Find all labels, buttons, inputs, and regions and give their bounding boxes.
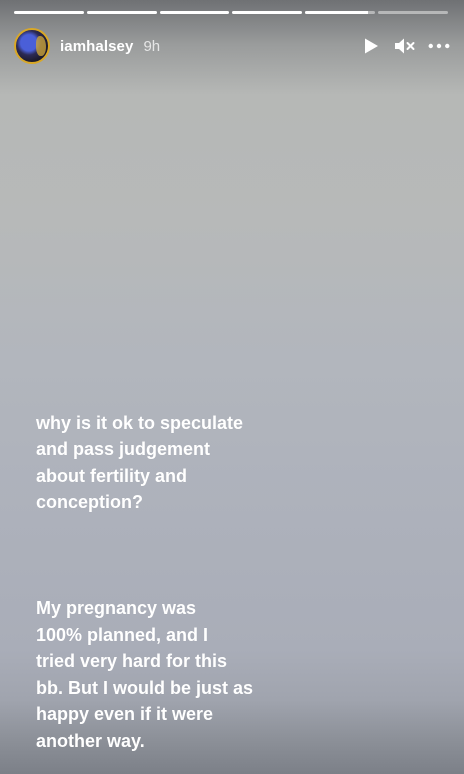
progress-segment xyxy=(232,11,303,14)
mute-icon[interactable] xyxy=(394,35,416,57)
story-text-paragraph-1: why is it ok to speculate and pass judge… xyxy=(36,412,244,513)
story-progress-bar xyxy=(14,11,448,14)
progress-segment xyxy=(86,11,157,14)
progress-segment-fill xyxy=(14,11,84,14)
username-link[interactable]: iamhalsey xyxy=(60,38,133,55)
story-text-paragraph-2: My pregnancy was 100% planned, and I tri… xyxy=(36,598,254,751)
post-time: 9h xyxy=(143,37,161,55)
story-header: iamhalsey 9h xyxy=(14,28,450,64)
more-icon[interactable] xyxy=(428,35,450,57)
progress-segment xyxy=(159,11,230,14)
avatar[interactable] xyxy=(14,28,50,64)
progress-segment xyxy=(378,11,448,14)
progress-segment-fill xyxy=(305,11,369,14)
story-controls xyxy=(360,35,450,57)
story-text: why is it ok to speculate and pass judge… xyxy=(36,383,286,774)
progress-segment-fill xyxy=(159,11,230,14)
progress-segment xyxy=(14,11,84,14)
story-viewer[interactable]: iamhalsey 9h why is it ok to speculate a… xyxy=(0,0,464,774)
play-icon[interactable] xyxy=(360,35,382,57)
progress-segment-fill xyxy=(86,11,157,14)
progress-segment-fill xyxy=(232,11,303,14)
progress-segment xyxy=(305,11,376,14)
